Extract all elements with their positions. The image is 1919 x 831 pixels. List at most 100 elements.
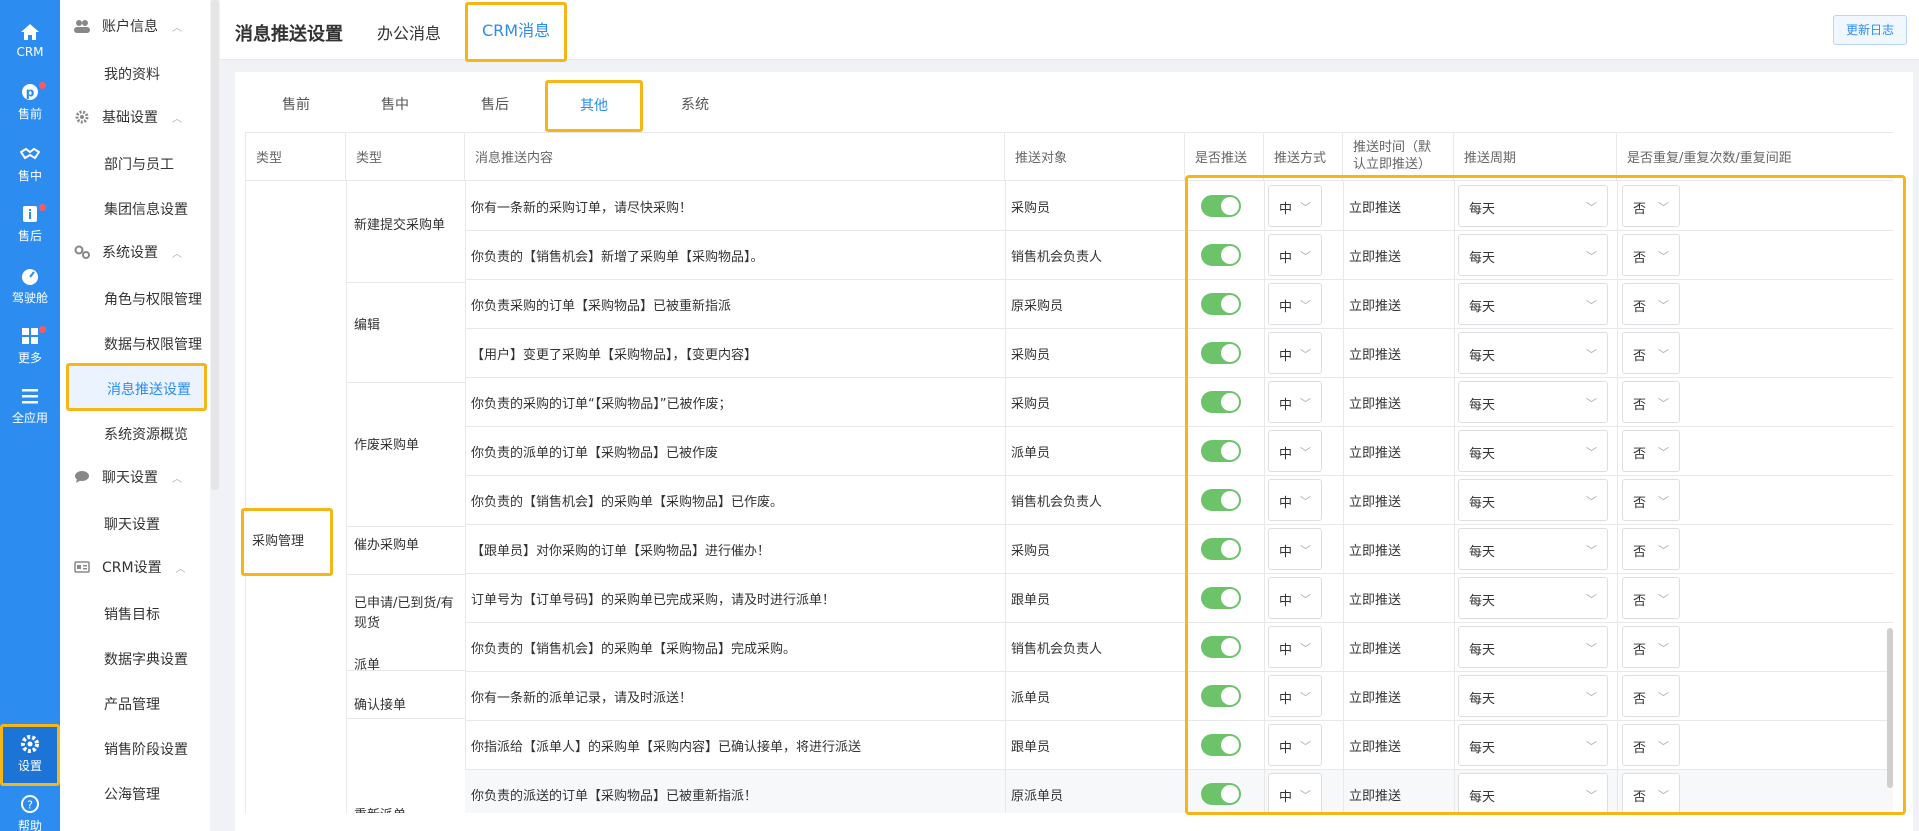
push-enabled-toggle[interactable] [1201, 195, 1241, 217]
subtab-aftersales[interactable]: 售后 [481, 94, 509, 114]
rail-presales[interactable]: p 售前 [0, 82, 60, 122]
menu-group-crm[interactable]: CRM设置 ︿ [74, 557, 186, 577]
group-applied: 已申请/已到货/有现货 [354, 596, 454, 631]
menu-item-group-info[interactable]: 集团信息设置 [104, 199, 188, 219]
rail-cockpit[interactable]: 驾驶舱 [0, 266, 60, 306]
menu-item-roles[interactable]: 角色与权限管理 [104, 289, 202, 309]
repeat-select[interactable]: 否 ﹀ [1622, 675, 1680, 717]
repeat-select[interactable]: 否 ﹀ [1622, 626, 1680, 668]
push-enabled-toggle[interactable] [1201, 685, 1241, 707]
repeat-select[interactable]: 否 ﹀ [1622, 283, 1680, 325]
menu-group-chat[interactable]: 聊天设置 ︿ [74, 467, 182, 487]
menu-item-sales-stages[interactable]: 销售阶段设置 [104, 739, 188, 759]
push-method-select[interactable]: 中 ﹀ [1268, 626, 1322, 668]
repeat-select[interactable]: 否 ﹀ [1622, 577, 1680, 619]
push-method-select[interactable]: 中 ﹀ [1268, 773, 1322, 813]
push-enabled-toggle[interactable] [1201, 391, 1241, 413]
rail-all-apps[interactable]: 全应用 [0, 386, 60, 426]
select-value: 每天 [1469, 398, 1496, 413]
push-period-select[interactable]: 每天 ﹀ [1458, 577, 1608, 619]
repeat-select[interactable]: 否 ﹀ [1622, 724, 1680, 766]
rail-insales[interactable]: 售中 [0, 144, 60, 184]
tab-crm-messages[interactable]: CRM消息 [465, 2, 568, 62]
menu-scrollbar[interactable] [211, 0, 219, 490]
subtab-presales[interactable]: 售前 [282, 94, 310, 114]
push-period-select[interactable]: 每天 ﹀ [1458, 626, 1608, 668]
push-period-select[interactable]: 每天 ﹀ [1458, 773, 1608, 813]
push-method-select[interactable]: 中 ﹀ [1268, 479, 1322, 521]
table-row: 你负责的【销售机会】的采购单【采购物品】已作废。 销售机会负责人中 ﹀ 立即推送 每天 ﹀… [465, 476, 1893, 525]
menu-item-sales-target[interactable]: 销售目标 [104, 604, 160, 624]
push-enabled-toggle[interactable] [1201, 538, 1241, 560]
push-enabled-toggle[interactable] [1201, 342, 1241, 364]
push-method-select[interactable]: 中 ﹀ [1268, 430, 1322, 472]
repeat-select[interactable]: 否 ﹀ [1622, 332, 1680, 374]
push-method-select[interactable]: 中 ﹀ [1268, 332, 1322, 374]
push-method-select[interactable]: 中 ﹀ [1268, 381, 1322, 423]
push-period-select[interactable]: 每天 ﹀ [1458, 528, 1608, 570]
repeat-select[interactable]: 否 ﹀ [1622, 234, 1680, 276]
push-method-select[interactable]: 中 ﹀ [1268, 724, 1322, 766]
menu-item-my-profile[interactable]: 我的资料 [104, 64, 160, 84]
changelog-button[interactable]: 更新日志 [1832, 15, 1907, 45]
message-content: 你有一条新的采购订单，请尽快采购！ [471, 201, 693, 216]
push-enabled-toggle[interactable] [1201, 783, 1241, 805]
subtab-system[interactable]: 系统 [681, 94, 709, 114]
push-method-select[interactable]: 中 ﹀ [1268, 185, 1322, 227]
select-value: 每天 [1469, 790, 1496, 805]
push-enabled-toggle[interactable] [1201, 440, 1241, 462]
chevron-up-icon: ︿ [172, 248, 182, 260]
table-row: 【用户】变更了采购单【采购物品】，【变更内容】 采购员中 ﹀ 立即推送 每天 ﹀ 否 ﹀ [465, 329, 1893, 378]
menu-group-account[interactable]: 账户信息 ︿ [74, 16, 182, 36]
repeat-select[interactable]: 否 ﹀ [1622, 773, 1680, 813]
push-target: 采购员 [1011, 397, 1051, 412]
push-period-select[interactable]: 每天 ﹀ [1458, 381, 1608, 423]
push-enabled-toggle[interactable] [1201, 734, 1241, 756]
push-method-select[interactable]: 中 ﹀ [1268, 675, 1322, 717]
menu-item-dictionary[interactable]: 数据字典设置 [104, 649, 188, 669]
repeat-select[interactable]: 否 ﹀ [1622, 185, 1680, 227]
menu-group-basic[interactable]: 基础设置 ︿ [74, 107, 182, 127]
push-method-select[interactable]: 中 ﹀ [1268, 283, 1322, 325]
push-method-select[interactable]: 中 ﹀ [1268, 577, 1322, 619]
menu-item-resources[interactable]: 系统资源概览 [104, 424, 188, 444]
select-value: 否 [1633, 398, 1647, 413]
table-scrollbar[interactable] [1887, 628, 1893, 788]
tab-office-messages[interactable]: 办公消息 [377, 20, 441, 44]
repeat-select[interactable]: 否 ﹀ [1622, 430, 1680, 472]
push-enabled-toggle[interactable] [1201, 587, 1241, 609]
push-period-select[interactable]: 每天 ﹀ [1458, 430, 1608, 472]
rail-more[interactable]: 更多 [0, 326, 60, 366]
push-enabled-toggle[interactable] [1201, 489, 1241, 511]
rail-help[interactable]: ? 帮助 [0, 794, 60, 831]
menu-item-public-pool[interactable]: 公海管理 [104, 784, 160, 804]
menu-group-system[interactable]: 系统设置 ︿ [74, 242, 182, 262]
repeat-select[interactable]: 否 ﹀ [1622, 479, 1680, 521]
menu-item-chat-settings[interactable]: 聊天设置 [104, 514, 160, 534]
push-period-select[interactable]: 每天 ﹀ [1458, 724, 1608, 766]
push-period-select[interactable]: 每天 ﹀ [1458, 234, 1608, 276]
push-time: 立即推送 [1349, 201, 1402, 216]
repeat-select[interactable]: 否 ﹀ [1622, 381, 1680, 423]
rail-aftersales[interactable]: 售后 [0, 204, 60, 244]
subtab-other[interactable]: 其他 [545, 80, 643, 132]
push-period-select[interactable]: 每天 ﹀ [1458, 332, 1608, 374]
repeat-select[interactable]: 否 ﹀ [1622, 528, 1680, 570]
menu-item-data-permissions[interactable]: 数据与权限管理 [104, 334, 202, 354]
rail-crm[interactable]: CRM [0, 22, 60, 59]
column-divider [1185, 181, 1186, 813]
menu-item-departments[interactable]: 部门与员工 [104, 154, 174, 174]
rail-settings[interactable]: 设置 [0, 724, 60, 786]
push-enabled-toggle[interactable] [1201, 636, 1241, 658]
push-period-select[interactable]: 每天 ﹀ [1458, 675, 1608, 717]
push-period-select[interactable]: 每天 ﹀ [1458, 283, 1608, 325]
push-period-select[interactable]: 每天 ﹀ [1458, 479, 1608, 521]
push-enabled-toggle[interactable] [1201, 293, 1241, 315]
push-enabled-toggle[interactable] [1201, 244, 1241, 266]
menu-item-products[interactable]: 产品管理 [104, 694, 160, 714]
menu-item-push-settings[interactable]: 消息推送设置 [66, 363, 207, 411]
push-method-select[interactable]: 中 ﹀ [1268, 234, 1322, 276]
push-method-select[interactable]: 中 ﹀ [1268, 528, 1322, 570]
push-period-select[interactable]: 每天 ﹀ [1458, 185, 1608, 227]
subtab-insales[interactable]: 售中 [381, 94, 409, 114]
